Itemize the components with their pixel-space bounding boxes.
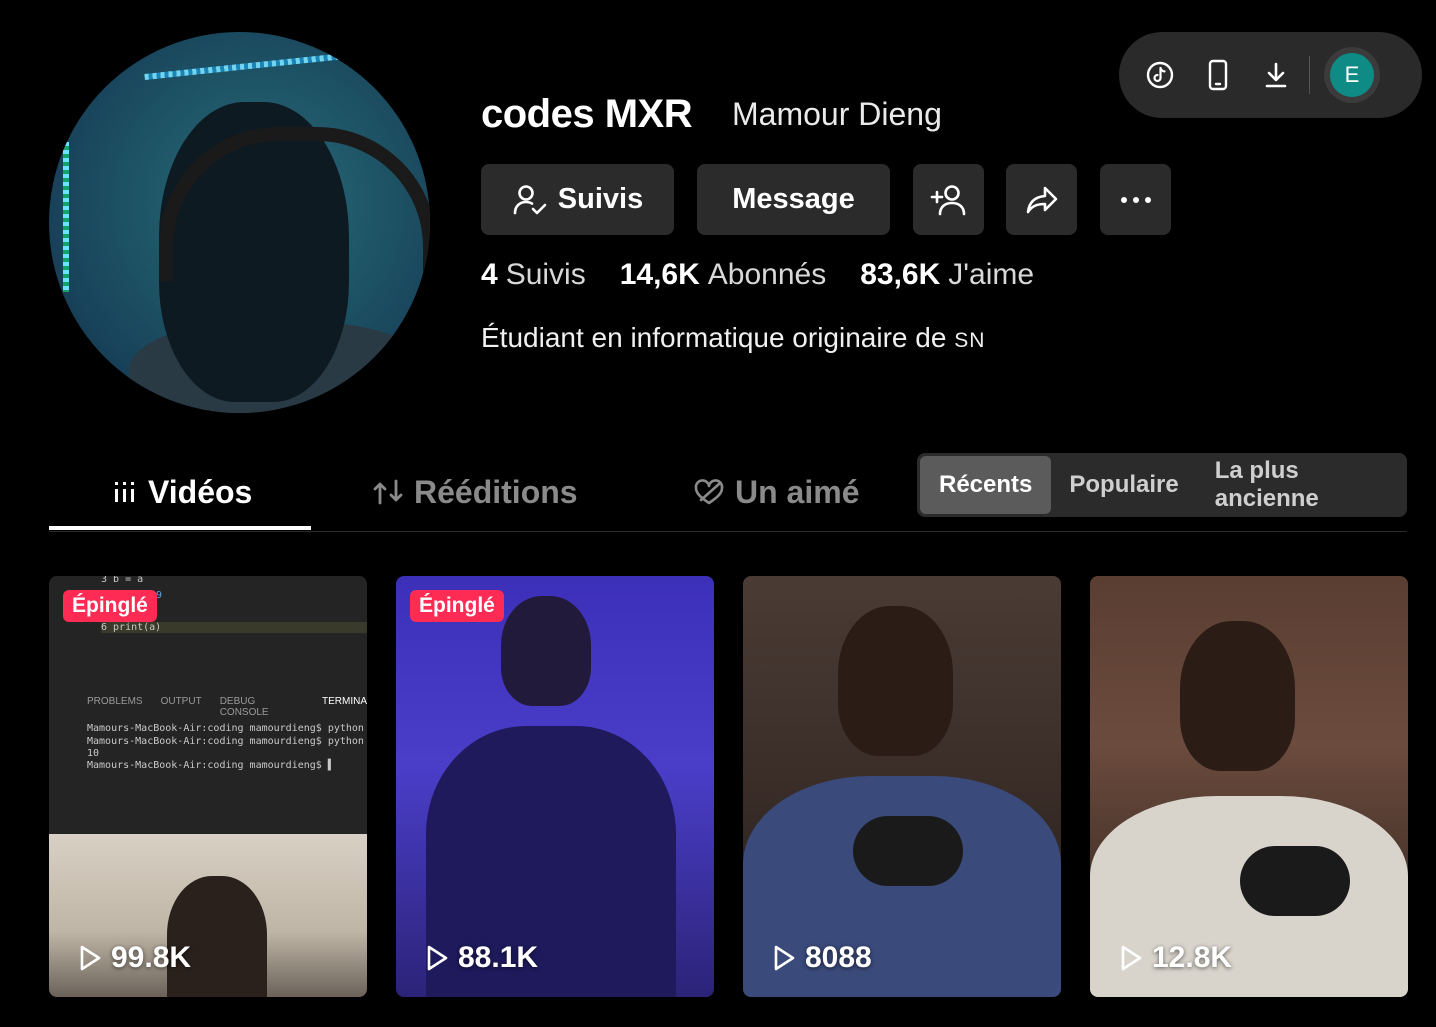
view-count-value: 12.8K (1152, 941, 1233, 974)
profile-username: codes MXR (481, 92, 693, 136)
more-dots-icon (1120, 196, 1151, 203)
view-count: 88.1K (424, 941, 538, 975)
sort-recent[interactable]: Récents (920, 456, 1052, 514)
play-icon (427, 945, 448, 971)
panel-tab: PROBLEMS (87, 696, 143, 707)
video-thumbnail-face (838, 606, 953, 756)
message-button-label: Message (732, 183, 855, 215)
phone-icon[interactable] (1189, 46, 1247, 104)
terminal-line: Mamours-MacBook-Air:coding mamourdieng$ … (87, 760, 334, 771)
profile-bio: Étudiant en informatique originaire de S… (481, 322, 985, 354)
toolbar-divider (1309, 56, 1310, 94)
share-arrow-icon (1026, 186, 1057, 213)
sort-oldest[interactable]: La plus ancienne (1197, 456, 1407, 514)
view-count-value: 8088 (805, 941, 872, 974)
tab-reposts[interactable]: Rééditions (372, 470, 578, 514)
stat-label: Suivis (505, 258, 586, 291)
video-card[interactable]: 8088 (743, 576, 1061, 997)
videos-grid-icon (115, 482, 134, 502)
video-card[interactable]: 3 b = a 9 6 print(a) PROBLEMS OUTPUT DEB… (49, 576, 367, 997)
user-check-icon (513, 184, 547, 214)
terminal-line: Mamours-MacBook-Air:coding mamourdieng$ … (87, 736, 364, 747)
tab-reposts-label: Rééditions (414, 473, 578, 510)
terminal-line: 10 (87, 748, 100, 759)
tabs-divider (49, 531, 1407, 532)
panel-tab: OUTPUT (160, 696, 202, 707)
video-thumbnail-face (1180, 621, 1295, 771)
led-strip (63, 142, 69, 292)
code-line: 6 print(a) (101, 622, 367, 633)
tab-liked[interactable]: Un aimé (693, 470, 859, 514)
active-tab-indicator (49, 526, 311, 530)
play-icon (774, 945, 795, 971)
video-thumbnail-mic (1240, 846, 1350, 916)
video-card[interactable]: 12.8K (1090, 576, 1408, 997)
bio-country-code: SN (954, 329, 986, 352)
video-thumbnail-mic (853, 816, 963, 886)
tab-videos-label: Vidéos (148, 473, 253, 510)
share-button[interactable] (1006, 164, 1077, 235)
led-strip (144, 49, 374, 81)
play-icon (1121, 945, 1142, 971)
add-friend-button[interactable] (913, 164, 984, 235)
top-toolbar: E (1119, 32, 1422, 118)
stat-likes: 83,6K J'aime (860, 258, 1034, 292)
view-count: 99.8K (77, 941, 191, 975)
user-avatar-button[interactable]: E (1324, 47, 1380, 103)
panel-tabs: PROBLEMS OUTPUT DEBUG CONSOLE TERMINA (87, 696, 367, 718)
tiktok-logo-icon[interactable] (1131, 46, 1189, 104)
view-count: 8088 (771, 941, 872, 975)
profile-stats: 4 Suivis 14,6K Abonnés 83,6K J'aime (481, 258, 1068, 292)
stat-label: J'aime (948, 258, 1035, 291)
view-count-value: 88.1K (458, 941, 539, 974)
user-avatar: E (1330, 53, 1374, 97)
message-button[interactable]: Message (697, 164, 890, 235)
video-card[interactable]: Épinglé 88.1K (396, 576, 714, 997)
video-thumbnail-face (501, 596, 591, 706)
stat-following[interactable]: 4 Suivis (481, 258, 586, 292)
view-count: 12.8K (1118, 941, 1232, 975)
stat-value: 4 (481, 258, 498, 291)
add-user-icon (930, 184, 965, 215)
panel-tab: DEBUG CONSOLE (219, 696, 269, 718)
terminal-line: Mamours-MacBook-Air:coding mamourdieng$ … (87, 723, 364, 734)
pinned-badge: Épinglé (63, 590, 157, 622)
download-icon[interactable] (1247, 46, 1305, 104)
following-button[interactable]: Suivis (481, 164, 674, 235)
stat-value: 14,6K (619, 258, 700, 291)
repost-icon (373, 479, 403, 505)
stat-followers[interactable]: 14,6K Abonnés (620, 258, 827, 292)
stat-label: Abonnés (707, 258, 827, 291)
sort-control: Récents Populaire La plus ancienne (917, 453, 1407, 517)
code-line: 9 (156, 590, 163, 601)
pinned-badge: Épinglé (410, 590, 504, 622)
video-thumbnail-person (167, 876, 267, 997)
tab-liked-label: Un aimé (735, 473, 860, 510)
view-count-value: 99.8K (111, 941, 192, 974)
more-options-button[interactable] (1100, 164, 1171, 235)
play-icon (80, 945, 101, 971)
sort-popular[interactable]: Populaire (1051, 456, 1196, 514)
following-button-label: Suivis (557, 183, 644, 215)
bio-text: Étudiant en informatique originaire de (481, 322, 947, 353)
profile-avatar (49, 32, 430, 413)
heart-hidden-icon (694, 479, 724, 505)
stat-value: 83,6K (860, 258, 941, 291)
code-line: 3 b = a (101, 576, 144, 585)
panel-tab: TERMINA (322, 696, 367, 707)
tab-videos[interactable]: Vidéos (112, 470, 252, 514)
profile-nickname: Mamour Dieng (732, 96, 942, 132)
